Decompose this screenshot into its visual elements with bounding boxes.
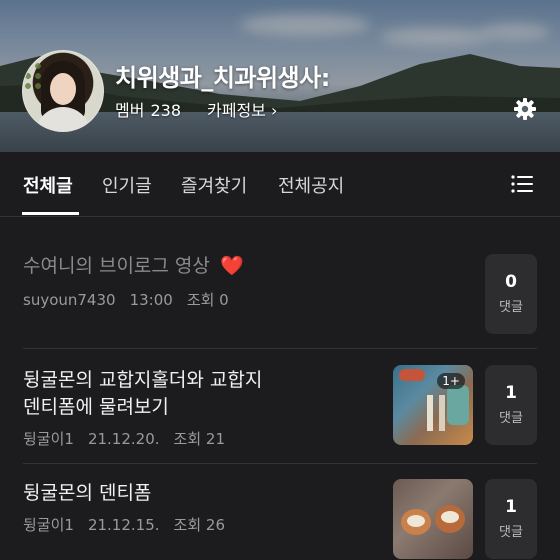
post-views: 조회 26 bbox=[173, 516, 225, 534]
post-thumbnail[interactable]: 1+ bbox=[393, 365, 473, 445]
comment-label: 댓글 bbox=[499, 300, 523, 315]
post-date: 21.12.20. bbox=[87, 430, 160, 448]
member-count: 멤버 238 bbox=[115, 97, 181, 121]
post-title-line1[interactable]: 뒹굴몬의 교합지홀더와 교합지 bbox=[23, 367, 262, 394]
post-date: 13:00 bbox=[129, 291, 173, 309]
comment-count: 0 bbox=[505, 272, 517, 292]
comment-label: 댓글 bbox=[499, 411, 523, 426]
post-views: 조회 0 bbox=[186, 291, 229, 309]
post-meta: 뒹굴이1 21.12.15. 조회 26 bbox=[23, 514, 239, 535]
tab-bar: 전체글 인기글 즐겨찾기 전체공지 bbox=[0, 152, 560, 217]
post-meta: 뒹굴이1 21.12.20. 조회 21 bbox=[23, 428, 239, 449]
post-title-line2[interactable]: 덴티폼에 물려보기 bbox=[23, 394, 169, 421]
post-views: 조회 21 bbox=[173, 430, 225, 448]
member-number: 238 bbox=[150, 101, 181, 120]
divider bbox=[23, 348, 537, 349]
active-tab-indicator bbox=[22, 212, 79, 215]
cafe-title: 치위생과_치과위생사: bbox=[115, 64, 330, 92]
post-author: 뒹굴이1 bbox=[23, 516, 74, 534]
tab-notices[interactable]: 전체공지 bbox=[278, 172, 344, 198]
post-title[interactable]: 뒹굴몬의 덴티폼 bbox=[23, 480, 151, 507]
post-title[interactable]: 수여니의 브이로그 영상 ❤️ bbox=[23, 253, 244, 280]
heart-emoji: ❤️ bbox=[219, 255, 244, 277]
comment-count-button[interactable]: 1 댓글 bbox=[485, 365, 537, 445]
comment-count-button[interactable]: 0 댓글 bbox=[485, 254, 537, 334]
comment-count: 1 bbox=[505, 497, 517, 517]
tab-favorites[interactable]: 즐겨찾기 bbox=[181, 172, 247, 198]
comment-count: 1 bbox=[505, 383, 517, 403]
post-author: suyoun7430 bbox=[23, 291, 116, 309]
divider bbox=[23, 463, 537, 464]
list-menu-icon[interactable] bbox=[511, 175, 533, 193]
comment-count-button[interactable]: 1 댓글 bbox=[485, 479, 537, 559]
post-title-text: 수여니의 브이로그 영상 bbox=[23, 255, 210, 277]
comment-label: 댓글 bbox=[499, 525, 523, 540]
post-meta: suyoun7430 13:00 조회 0 bbox=[23, 289, 243, 310]
tab-all-posts[interactable]: 전체글 bbox=[23, 172, 73, 198]
image-count-badge: 1+ bbox=[437, 373, 465, 389]
cafe-avatar[interactable] bbox=[22, 50, 104, 132]
post-date: 21.12.15. bbox=[87, 516, 160, 534]
tab-popular[interactable]: 인기글 bbox=[102, 172, 152, 198]
post-thumbnail[interactable] bbox=[393, 479, 473, 559]
post-author: 뒹굴이1 bbox=[23, 430, 74, 448]
cafe-info-link[interactable]: 카페정보 › bbox=[207, 97, 277, 121]
member-label: 멤버 bbox=[115, 101, 145, 120]
gear-icon[interactable] bbox=[513, 97, 537, 121]
